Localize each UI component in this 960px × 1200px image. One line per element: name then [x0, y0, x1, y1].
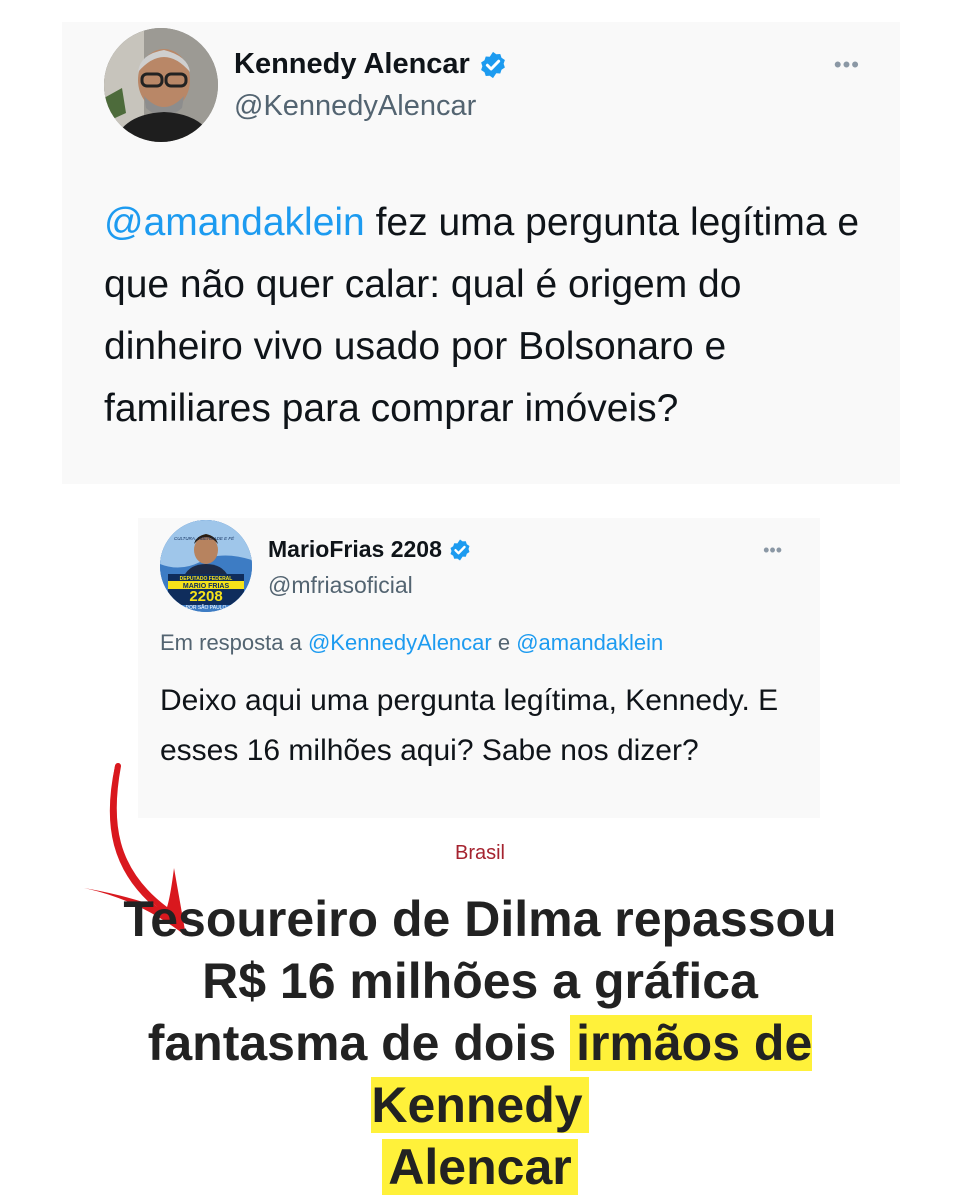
tweet-text: Deixo aqui uma pergunta legítima, Kenned… [160, 684, 779, 767]
author-name[interactable]: MarioFrias 2208 [268, 536, 442, 563]
reply-joiner: e [491, 630, 517, 655]
article-category[interactable]: Brasil [0, 842, 960, 865]
reply-tweet-card: DEPUTADO FEDERAL MARIO FRIAS 2208 POR SÃ… [138, 518, 820, 818]
kennedy-photo-icon [104, 28, 218, 142]
mention-link[interactable]: @amandaklein [104, 201, 365, 244]
verified-badge-icon [450, 539, 470, 560]
article-headline[interactable]: Tesoureiro de Dilma repassou R$ 16 milhõ… [110, 888, 850, 1198]
avatar-slogan: CULTURA, LIBERDADE E FÉ [174, 535, 235, 541]
reply-mention-amanda[interactable]: @amandaklein [516, 630, 663, 655]
author-name-row[interactable]: Kennedy Alencar [234, 48, 508, 81]
main-tweet-card: Kennedy Alencar @KennedyAlencar ••• @ama… [62, 22, 900, 484]
reply-prefix: Em resposta a [160, 630, 308, 655]
tweet-text: @amandaklein fez uma pergunta legítima e… [104, 192, 864, 440]
avatar-caption-1: DEPUTADO FEDERAL [180, 576, 233, 582]
avatar-caption-3: 2208 [189, 588, 222, 605]
campaign-avatar-icon: DEPUTADO FEDERAL MARIO FRIAS 2208 POR SÃ… [160, 520, 252, 612]
author-handle[interactable]: @KennedyAlencar [234, 90, 476, 123]
more-options-icon[interactable]: ••• [763, 540, 782, 561]
verified-badge-icon [480, 51, 505, 78]
author-name[interactable]: Kennedy Alencar [234, 48, 470, 81]
avatar-caption-4: POR SÃO PAULO [186, 604, 227, 611]
reply-context: Em resposta a @KennedyAlencar e @amandak… [160, 630, 663, 656]
more-options-icon[interactable]: ••• [834, 52, 860, 78]
author-name-row[interactable]: MarioFrias 2208 [268, 536, 472, 563]
mariofrias-avatar[interactable]: DEPUTADO FEDERAL MARIO FRIAS 2208 POR SÃ… [160, 520, 252, 612]
author-handle[interactable]: @mfriasoficial [268, 572, 413, 599]
reply-mention-kennedy[interactable]: @KennedyAlencar [308, 630, 492, 655]
headline-highlight-2: Alencar [382, 1139, 578, 1195]
kennedy-avatar[interactable] [104, 28, 218, 142]
